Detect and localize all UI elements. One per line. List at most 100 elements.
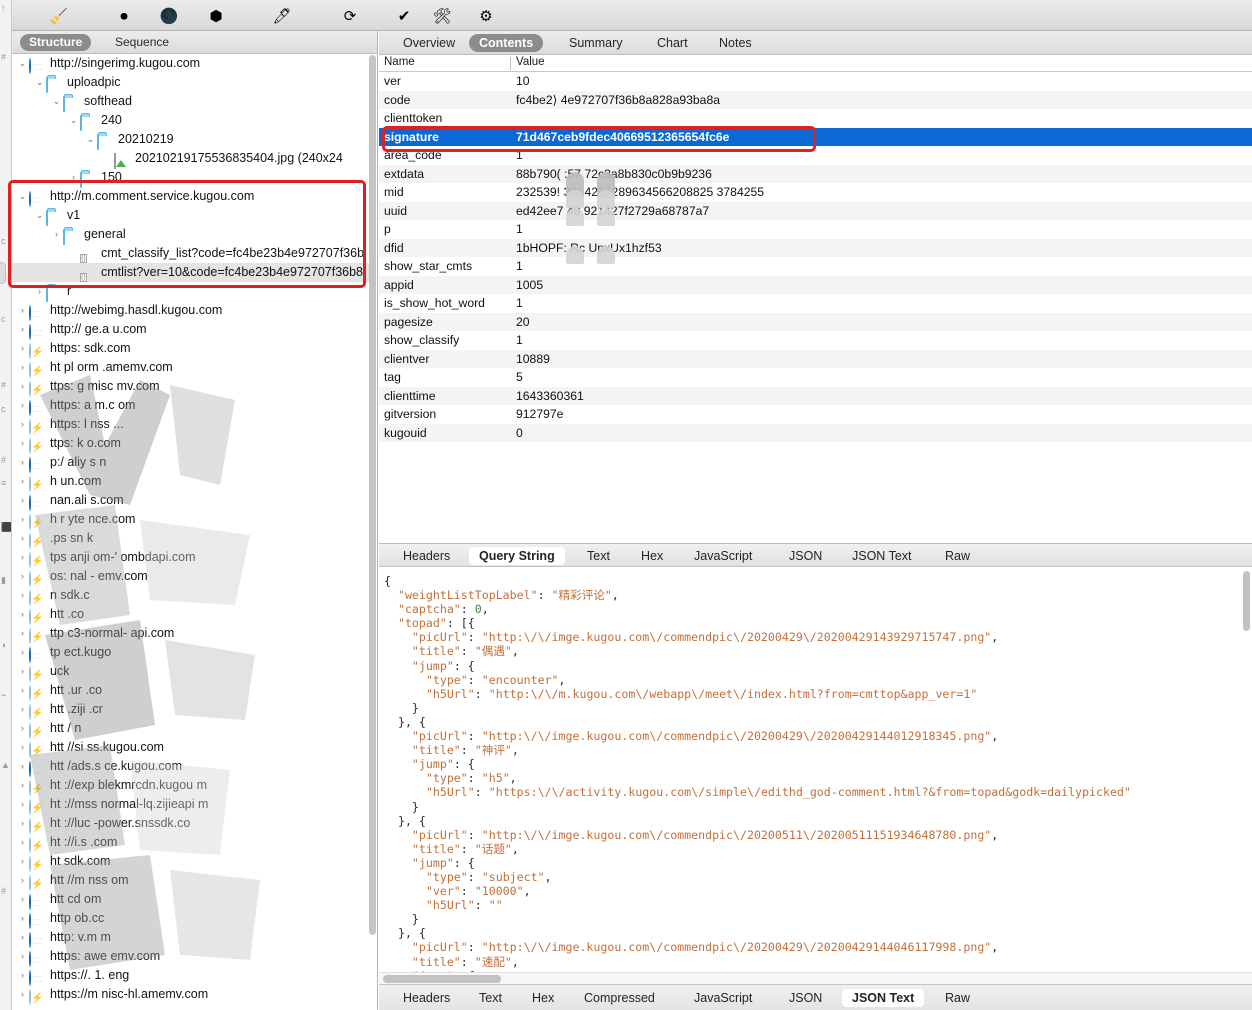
table-row[interactable]: clienttoken [379, 109, 1252, 128]
response-tab-text[interactable]: Text [469, 989, 512, 1007]
chevron-right-icon[interactable]: › [16, 833, 29, 852]
chevron-right-icon[interactable]: › [16, 643, 29, 662]
tree-item[interactable]: ›ttps: g misc mv.com [12, 377, 370, 396]
table-row[interactable]: kugouid0 [379, 424, 1252, 443]
chevron-right-icon[interactable]: › [16, 434, 29, 453]
tree-item[interactable]: ⌄20210219 [12, 130, 370, 149]
table-row[interactable]: appid1005 [379, 276, 1252, 295]
tree-item[interactable]: ›https: sdk.com [12, 339, 370, 358]
chevron-right-icon[interactable]: › [33, 282, 46, 301]
table-row[interactable]: codefc4be2⟩ 4e972707f36b8a828a93ba8a [379, 91, 1252, 110]
table-row[interactable]: is_show_hot_word1 [379, 294, 1252, 313]
table-row[interactable]: uuided42ee7 48 921427f2729a68787a7 [379, 202, 1252, 221]
table-row[interactable]: area_code1 [379, 146, 1252, 165]
viewer-tab-json[interactable]: JSON [779, 547, 832, 565]
tree-item[interactable]: ⌄uploadpic [12, 73, 370, 92]
tree-item[interactable]: ›ht sdk.com [12, 852, 370, 871]
query-param-table[interactable]: ver10codefc4be2⟩ 4e972707f36b8a828a93ba8… [379, 72, 1252, 502]
tree-item[interactable]: ›http ob.cc [12, 909, 370, 928]
chevron-right-icon[interactable]: › [16, 662, 29, 681]
chevron-right-icon[interactable]: › [16, 681, 29, 700]
table-row[interactable]: show_classify1 [379, 331, 1252, 350]
table-row[interactable]: clienttime1643360361 [379, 387, 1252, 406]
tree-item[interactable]: ⌄softhead [12, 92, 370, 111]
tree-item[interactable]: ›tp ect.kugo [12, 643, 370, 662]
tab-overview[interactable]: Overview [393, 34, 465, 52]
tree-item[interactable]: ›http://webimg.hasdl.kugou.com [12, 301, 370, 320]
viewer-tab-javascript[interactable]: JavaScript [684, 547, 762, 565]
chevron-right-icon[interactable]: › [16, 719, 29, 738]
tree-item[interactable]: ›http: v.m m [12, 928, 370, 947]
table-row[interactable]: pagesize20 [379, 313, 1252, 332]
response-tab-hex[interactable]: Hex [522, 989, 564, 1007]
tree-item[interactable]: ›ttp c3-normal- api.com [12, 624, 370, 643]
site-tree[interactable]: ⌄http://singerimg.kugou.com⌄uploadpic⌄so… [12, 54, 370, 1010]
check-icon[interactable]: ✔ [392, 4, 416, 28]
refresh-icon[interactable]: ⟳ [338, 4, 362, 28]
chevron-right-icon[interactable]: › [16, 396, 29, 415]
tree-item[interactable]: 20210219175536835404.jpg (240x24 [12, 149, 370, 168]
tree-item[interactable]: ⌄v1 [12, 206, 370, 225]
tools-icon[interactable]: 🛠 [430, 4, 454, 28]
viewer-tab-query-string[interactable]: Query String [469, 547, 565, 565]
code-vscroll-thumb[interactable] [1243, 571, 1250, 631]
tree-item[interactable]: ›n sdk.c [12, 586, 370, 605]
tree-item[interactable]: ›https: l nss ... [12, 415, 370, 434]
chevron-right-icon[interactable]: › [16, 966, 29, 985]
table-row[interactable]: dfid1bHOPF: Rc UpxUx1hzf53 [379, 239, 1252, 258]
tree-item[interactable]: ›ht pl orm .amemv.com [12, 358, 370, 377]
viewer-tab-json-text[interactable]: JSON Text [842, 547, 922, 565]
tree-item[interactable]: ›h un.com [12, 472, 370, 491]
chevron-right-icon[interactable]: › [16, 301, 29, 320]
chevron-right-icon[interactable]: › [16, 453, 29, 472]
tree-item[interactable]: ›https://. 1. eng [12, 966, 370, 985]
response-tab-headers[interactable]: Headers [393, 989, 460, 1007]
chevron-right-icon[interactable]: › [16, 928, 29, 947]
viewer-tab-text[interactable]: Text [577, 547, 620, 565]
tree-item[interactable]: {}cmt_classify_list?code=fc4be23b4e97270… [12, 244, 370, 263]
pen-icon[interactable]: 🖊 [270, 4, 294, 28]
chevron-right-icon[interactable]: › [16, 472, 29, 491]
tree-item[interactable]: › nan.ali s.com [12, 491, 370, 510]
record-start-icon[interactable]: ⏺ [112, 4, 136, 28]
response-tab-raw[interactable]: Raw [935, 989, 980, 1007]
tab-chart[interactable]: Chart [647, 34, 698, 52]
tree-item[interactable]: ⌄240 [12, 111, 370, 130]
tree-item[interactable]: ›htt //m nss om [12, 871, 370, 890]
chevron-down-icon[interactable]: ⌄ [16, 187, 29, 206]
tree-item[interactable]: ›https://m nisc-hl.amemv.com [12, 985, 370, 1004]
tree-item[interactable]: ›ht ://mss normal-lq.zijieapi m [12, 795, 370, 814]
response-tab-json-text[interactable]: JSON Text [842, 989, 924, 1007]
tab-notes[interactable]: Notes [709, 34, 762, 52]
table-row[interactable]: p1 [379, 220, 1252, 239]
code-vertical-scrollbar[interactable] [1243, 571, 1250, 1001]
viewer-tab-raw[interactable]: Raw [935, 547, 980, 565]
table-row[interactable]: extdata88b790( :57 72c3a8b830c0b9b9236 [379, 165, 1252, 184]
chevron-right-icon[interactable]: › [16, 491, 29, 510]
chevron-down-icon[interactable]: ⌄ [33, 73, 46, 92]
chevron-right-icon[interactable]: › [16, 415, 29, 434]
chevron-right-icon[interactable]: › [16, 776, 29, 795]
tree-item[interactable]: ›tps anji om-' ombdapi.com [12, 548, 370, 567]
response-tab-javascript[interactable]: JavaScript [684, 989, 762, 1007]
chevron-right-icon[interactable]: › [16, 795, 29, 814]
broom-icon[interactable]: 🧹 [47, 4, 71, 28]
tree-item[interactable]: ›p:/ aliy s n [12, 453, 370, 472]
tree-item[interactable]: ⌄http://singerimg.kugou.com [12, 54, 370, 73]
tree-item[interactable]: ›os: nal - emv.com [12, 567, 370, 586]
chevron-right-icon[interactable]: › [16, 510, 29, 529]
tab-summary[interactable]: Summary [559, 34, 632, 52]
clear-icon[interactable]: ⬢ [204, 4, 228, 28]
chevron-right-icon[interactable]: › [16, 947, 29, 966]
tree-item[interactable]: ›h r yte nce.com [12, 510, 370, 529]
chevron-right-icon[interactable]: › [16, 871, 29, 890]
chevron-right-icon[interactable]: › [16, 890, 29, 909]
tab-contents[interactable]: Contents [469, 34, 543, 52]
tree-item[interactable]: ›r [12, 282, 370, 301]
table-row[interactable]: ver10 [379, 72, 1252, 91]
tree-item[interactable]: ›.ps sn k [12, 529, 370, 548]
chevron-right-icon[interactable]: › [16, 985, 29, 1004]
tree-item[interactable]: ⌄http://m.comment.service.kugou.com [12, 187, 370, 206]
chevron-right-icon[interactable]: › [16, 339, 29, 358]
table-row[interactable]: show_star_cmts1 [379, 257, 1252, 276]
